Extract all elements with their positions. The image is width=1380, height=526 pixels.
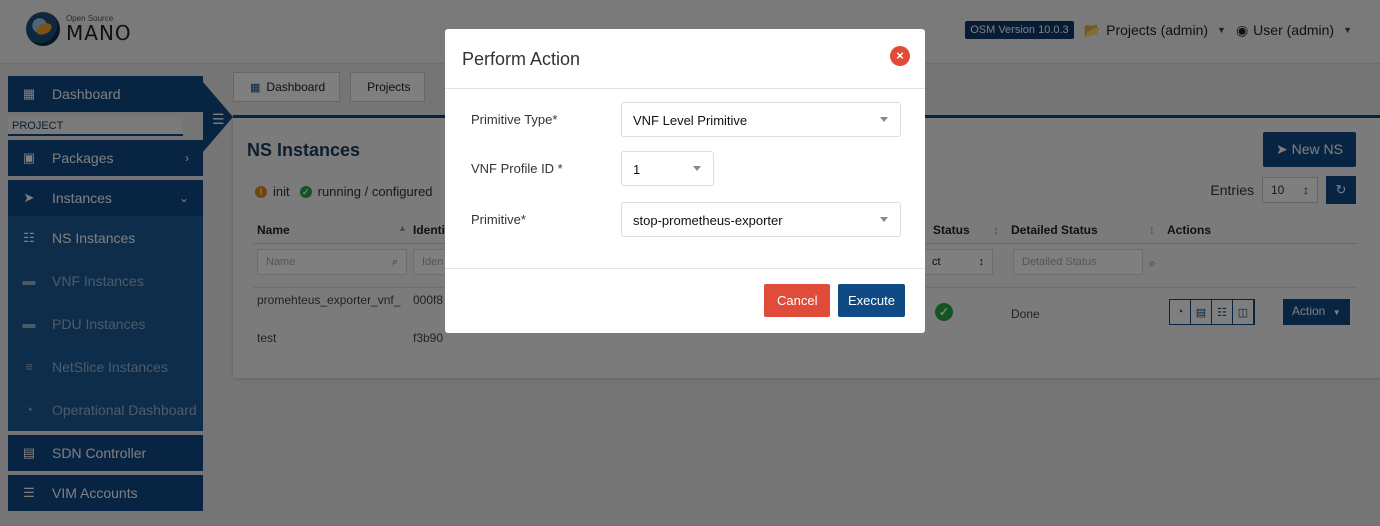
primitive-type-value: VNF Level Primitive [633, 113, 748, 128]
chevron-down-icon [880, 217, 888, 222]
modal-header: Perform Action × [445, 29, 925, 89]
close-icon[interactable]: × [890, 46, 910, 66]
primitive-type-select[interactable]: VNF Level Primitive [621, 102, 901, 137]
vnf-profile-id-select[interactable]: 1 [621, 151, 714, 186]
execute-button[interactable]: Execute [838, 284, 905, 317]
modal-title: Perform Action [462, 49, 581, 69]
vnf-profile-id-value: 1 [633, 162, 641, 177]
chevron-down-icon [880, 117, 888, 122]
perform-action-modal: Perform Action × Primitive Type* VNF Lev… [445, 29, 925, 333]
primitive-type-label: Primitive Type* [471, 112, 558, 127]
chevron-down-icon [693, 166, 701, 171]
cancel-button[interactable]: Cancel [764, 284, 831, 317]
primitive-select[interactable]: stop-prometheus-exporter [621, 202, 901, 237]
primitive-value: stop-prometheus-exporter [633, 213, 783, 228]
modal-footer-divider [445, 268, 925, 269]
vnf-profile-id-label: VNF Profile ID * [471, 161, 563, 176]
primitive-label: Primitive* [471, 212, 526, 227]
